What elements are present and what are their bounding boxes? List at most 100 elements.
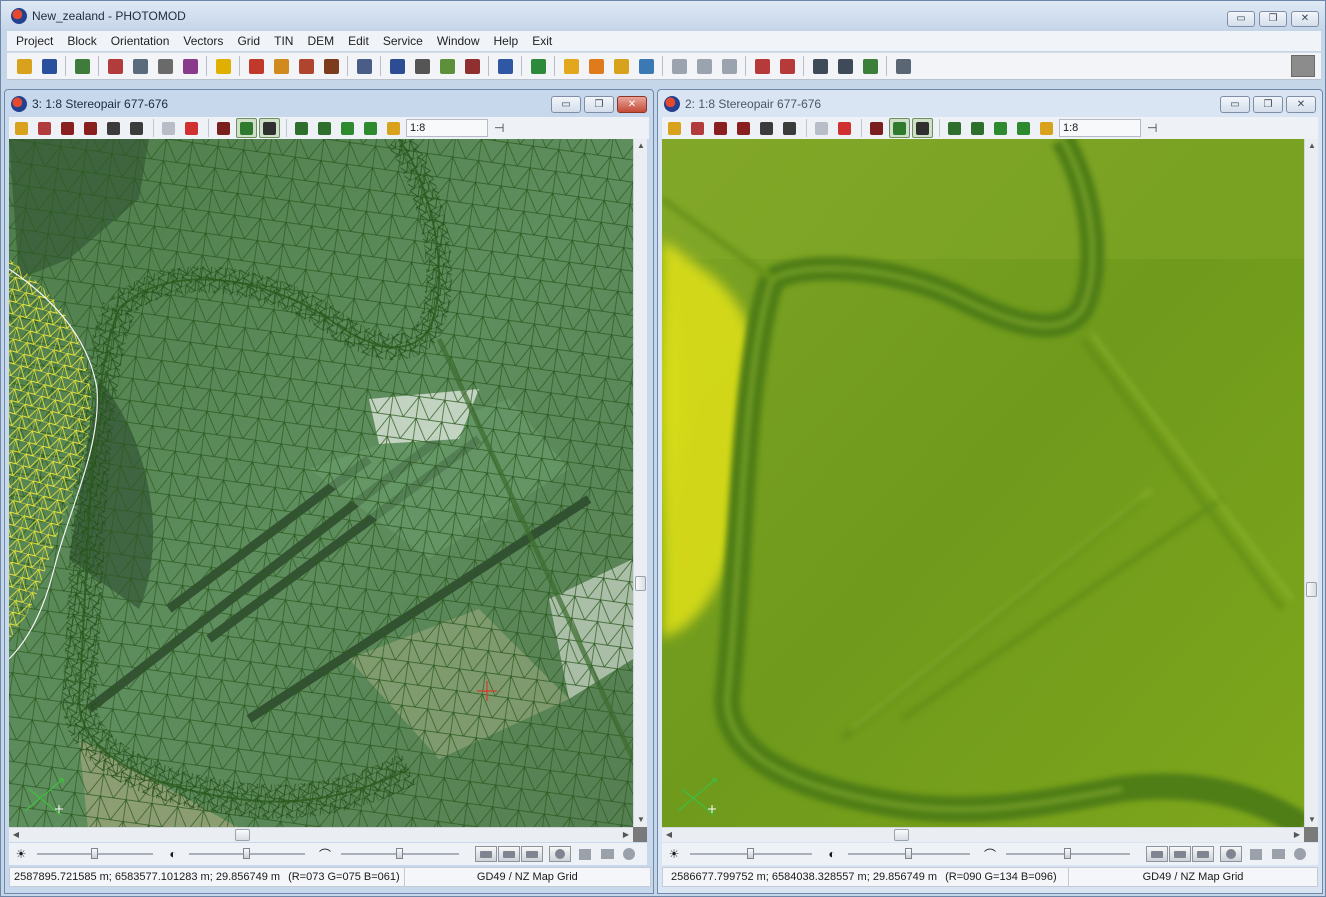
slider-knob[interactable] bbox=[905, 848, 912, 859]
zoom-fit-button[interactable] bbox=[337, 118, 358, 138]
page-button[interactable] bbox=[693, 55, 715, 77]
child-minimize-button[interactable]: ▭ bbox=[1220, 96, 1250, 113]
child-titlebar[interactable]: 2: 1:8 Stereopair 677-676 ▭ ❐ ✕ bbox=[658, 90, 1322, 117]
crosshair-button[interactable] bbox=[811, 118, 832, 138]
glasses-button[interactable] bbox=[779, 118, 800, 138]
marker-add-button[interactable] bbox=[11, 118, 32, 138]
folder-edit-button[interactable] bbox=[610, 55, 632, 77]
points-button[interactable] bbox=[270, 55, 292, 77]
sync-button[interactable] bbox=[859, 55, 881, 77]
menu-edit[interactable]: Edit bbox=[341, 34, 376, 48]
house-button[interactable] bbox=[494, 55, 516, 77]
scroll-thumb[interactable] bbox=[1306, 582, 1317, 597]
pin-icon[interactable]: ⊣ bbox=[1147, 121, 1157, 135]
slider-knob[interactable] bbox=[747, 848, 754, 859]
scroll-up-icon[interactable]: ▲ bbox=[634, 139, 648, 153]
contrast-slider[interactable] bbox=[189, 846, 305, 862]
scroll-down-icon[interactable]: ▼ bbox=[634, 813, 648, 827]
cascade-windows-button[interactable] bbox=[834, 55, 856, 77]
folder-star-button[interactable] bbox=[585, 55, 607, 77]
scroll-left-icon[interactable]: ◀ bbox=[9, 828, 23, 842]
contrast-toggle-button[interactable] bbox=[213, 118, 234, 138]
zoom-in-button[interactable] bbox=[291, 118, 312, 138]
menu-tin[interactable]: TIN bbox=[267, 34, 300, 48]
robot-button[interactable] bbox=[461, 55, 483, 77]
pen-button[interactable] bbox=[179, 55, 201, 77]
stereo-glasses-button[interactable] bbox=[756, 118, 777, 138]
child-close-button[interactable]: ✕ bbox=[1286, 96, 1316, 113]
horizontal-scrollbar[interactable]: ◀ ▶ bbox=[662, 827, 1304, 842]
zoom-area-button[interactable] bbox=[360, 118, 381, 138]
view-mode-both-button[interactable] bbox=[1169, 846, 1191, 862]
grid-small-button[interactable] bbox=[687, 118, 708, 138]
undo-button[interactable] bbox=[668, 55, 690, 77]
scroll-down-icon[interactable]: ▼ bbox=[1305, 813, 1319, 827]
lock-icon[interactable] bbox=[621, 846, 637, 862]
child-maximize-button[interactable]: ❐ bbox=[584, 96, 614, 113]
folder-icon[interactable] bbox=[1270, 846, 1286, 862]
lock-icon[interactable] bbox=[1292, 846, 1308, 862]
select-frame-button[interactable] bbox=[236, 118, 257, 138]
cross-pair-button[interactable] bbox=[181, 118, 202, 138]
scroll-thumb[interactable] bbox=[235, 829, 250, 841]
cursor-target-button[interactable] bbox=[710, 118, 731, 138]
app-titlebar[interactable]: New_zealand - PHOTOMOD ▭ ❐ ✕ bbox=[1, 1, 1325, 31]
scroll-left-icon[interactable]: ◀ bbox=[662, 828, 676, 842]
brightness-slider[interactable] bbox=[37, 846, 153, 862]
menu-service[interactable]: Service bbox=[376, 34, 430, 48]
zoom-one-button[interactable] bbox=[383, 118, 404, 138]
tower-button[interactable] bbox=[411, 55, 433, 77]
tile-windows-button[interactable] bbox=[809, 55, 831, 77]
vertical-scrollbar[interactable]: ▲ ▼ bbox=[1304, 139, 1318, 827]
menu-dem[interactable]: DEM bbox=[300, 34, 341, 48]
horizontal-scrollbar[interactable]: ◀ ▶ bbox=[9, 827, 633, 842]
corner-frame-button[interactable] bbox=[912, 118, 933, 138]
scroll-right-icon[interactable]: ▶ bbox=[619, 828, 633, 842]
gamma-slider[interactable] bbox=[341, 846, 459, 862]
child-titlebar[interactable]: 3: 1:8 Stereopair 677-676 ▭ ❐ ✕ bbox=[5, 90, 653, 117]
marker-add-button[interactable] bbox=[664, 118, 685, 138]
dem-stereo-viewport[interactable] bbox=[662, 139, 1304, 827]
contrast-slider[interactable] bbox=[848, 846, 970, 862]
zoom-in-button[interactable] bbox=[944, 118, 965, 138]
view-mode-left-button[interactable] bbox=[475, 846, 497, 862]
settings-doc-button[interactable] bbox=[892, 55, 914, 77]
cross-pair-button[interactable] bbox=[834, 118, 855, 138]
scroll-thumb[interactable] bbox=[635, 576, 646, 591]
marker-button[interactable] bbox=[320, 55, 342, 77]
pin-icon[interactable]: ⊣ bbox=[494, 121, 504, 135]
book-button[interactable] bbox=[386, 55, 408, 77]
stereo-mode-button[interactable] bbox=[1220, 846, 1242, 862]
menu-exit[interactable]: Exit bbox=[525, 34, 559, 48]
slider-knob[interactable] bbox=[396, 848, 403, 859]
globe-button[interactable] bbox=[635, 55, 657, 77]
grid-table-button[interactable] bbox=[104, 55, 126, 77]
list-button[interactable] bbox=[71, 55, 93, 77]
menu-block[interactable]: Block bbox=[60, 34, 103, 48]
scale-field[interactable]: 1:8 bbox=[406, 119, 488, 137]
network-button[interactable] bbox=[353, 55, 375, 77]
counter-100-button[interactable] bbox=[751, 55, 773, 77]
triangulation-button[interactable] bbox=[245, 55, 267, 77]
matrix-button[interactable] bbox=[295, 55, 317, 77]
scale-field[interactable]: 1:8 bbox=[1059, 119, 1141, 137]
child-maximize-button[interactable]: ❐ bbox=[1253, 96, 1283, 113]
menu-orientation[interactable]: Orientation bbox=[104, 34, 177, 48]
scroll-right-icon[interactable]: ▶ bbox=[1290, 828, 1304, 842]
window-button[interactable] bbox=[129, 55, 151, 77]
gamma-slider[interactable] bbox=[1006, 846, 1130, 862]
lightning-button[interactable] bbox=[212, 55, 234, 77]
tin-stereo-viewport[interactable] bbox=[9, 139, 633, 827]
contrast-toggle-button[interactable] bbox=[866, 118, 887, 138]
stereo-glasses-button[interactable] bbox=[103, 118, 124, 138]
zoom-out-button[interactable] bbox=[314, 118, 335, 138]
counter-100b-button[interactable] bbox=[776, 55, 798, 77]
toolbar-overflow-button[interactable] bbox=[1291, 55, 1315, 77]
slider-knob[interactable] bbox=[1064, 848, 1071, 859]
slider-knob[interactable] bbox=[243, 848, 250, 859]
app-maximize-button[interactable]: ❐ bbox=[1259, 11, 1287, 27]
select-frame-button[interactable] bbox=[889, 118, 910, 138]
menu-project[interactable]: Project bbox=[9, 34, 60, 48]
edit-doc-button[interactable] bbox=[436, 55, 458, 77]
view-mode-right-button[interactable] bbox=[1192, 846, 1214, 862]
